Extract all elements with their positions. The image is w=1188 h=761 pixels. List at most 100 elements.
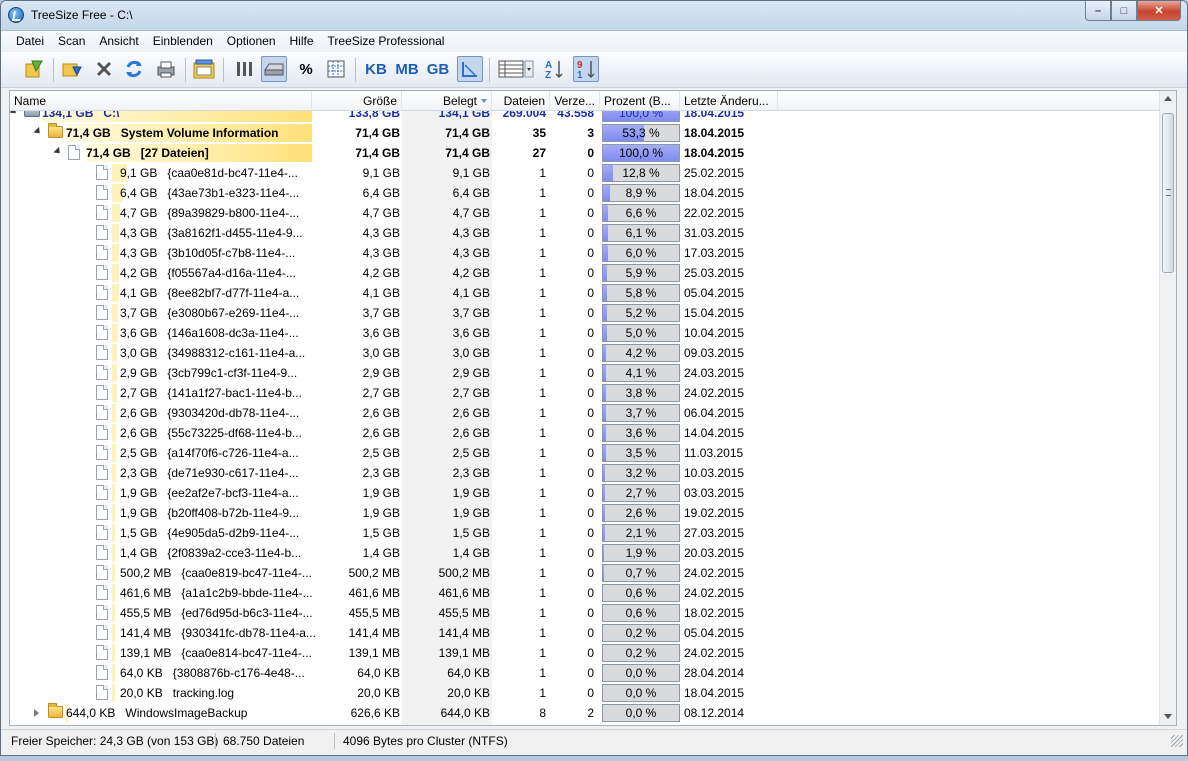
tree-row-folder[interactable]: 644,0 KB WindowsImageBackup 626,6 KB 644,0… xyxy=(10,703,1160,723)
tree-row-file[interactable]: 2,6 GB {55c73225-df68-11e4-b... 2,6 GB 2,6… xyxy=(10,423,1160,443)
row-allocated: 2,3 GB xyxy=(452,466,490,480)
tree-row-file[interactable]: 3,0 GB {34988312-c161-11e4-a... 3,0 GB 3,0… xyxy=(10,343,1160,363)
menu-einblenden[interactable]: Einblenden xyxy=(146,31,220,51)
vertical-scrollbar[interactable] xyxy=(1159,91,1176,725)
grid-icon[interactable] xyxy=(323,56,349,82)
row-dirs: 0 xyxy=(587,246,594,260)
row-size: 3,7 GB xyxy=(362,306,400,320)
minimize-button[interactable]: – xyxy=(1085,1,1111,21)
details-view-icon[interactable] xyxy=(495,56,537,82)
tree-row-file[interactable]: 2,9 GB {3cb799c1-cf3f-11e4-9... 2,9 GB 2,9… xyxy=(10,363,1160,383)
tree-row-file[interactable]: 141,4 MB {930341fc-db78-11e4-a... 141,4 M… xyxy=(10,623,1160,643)
row-percent: 3,8 % xyxy=(625,386,657,400)
tree-row-file[interactable]: 20,0 KB tracking.log 20,0 KB 20,0 KB 1 0 0,0 … xyxy=(10,683,1160,703)
menu-scan[interactable]: Scan xyxy=(51,31,92,51)
file-icon xyxy=(96,505,108,520)
row-allocated: 1,9 GB xyxy=(452,486,490,500)
scroll-up-icon[interactable] xyxy=(1164,96,1172,101)
scroll-down-icon[interactable] xyxy=(1164,714,1172,719)
row-percent: 5,2 % xyxy=(625,306,657,320)
directory-tree-list[interactable]: Name Größe Belegt Dateien Verze... Proze… xyxy=(9,90,1177,726)
tree-row-file[interactable]: 4,3 GB {3b10d05f-c7b8-11e4-... 4,3 GB 4,3 … xyxy=(10,243,1160,263)
collapse-arrow-icon[interactable] xyxy=(33,126,43,137)
maximize-button[interactable]: □ xyxy=(1111,1,1137,21)
tree-row-file[interactable]: 4,3 GB {3a8162f1-d455-11e4-9... 4,3 GB 4,3… xyxy=(10,223,1160,243)
tree-row-file[interactable]: 64,0 KB {3808876b-c176-4e48-... 64,0 KB 64… xyxy=(10,663,1160,683)
row-files: 1 xyxy=(539,246,546,260)
mb-unit-icon[interactable]: MB xyxy=(394,56,420,82)
export-icon[interactable] xyxy=(191,56,217,82)
row-name: 1,9 GB {ee2af2e7-bcf3-11e4-a... xyxy=(120,486,299,500)
size-bar xyxy=(112,604,115,622)
row-modified: 27.03.2015 xyxy=(684,526,745,540)
row-size: 2,6 GB xyxy=(362,406,400,420)
tree-row-file[interactable]: 3,7 GB {e3080b67-e269-11e4-... 3,7 GB 3,7 … xyxy=(10,303,1160,323)
column-header-dirs[interactable]: Verze... xyxy=(550,91,600,111)
stop-icon[interactable] xyxy=(91,56,117,82)
row-files: 1 xyxy=(539,386,546,400)
collapse-arrow-icon[interactable] xyxy=(53,146,63,157)
menu-datei[interactable]: Datei xyxy=(9,31,51,51)
column-header-size[interactable]: Größe xyxy=(312,91,402,111)
tree-row-file[interactable]: 4,7 GB {89a39829-b800-11e4-... 4,7 GB 4,7 … xyxy=(10,203,1160,223)
tree-row-file[interactable]: 1,5 GB {4e905da5-d2b9-11e4-... 1,5 GB 1,5 … xyxy=(10,523,1160,543)
sort-91-icon[interactable]: 91 xyxy=(573,56,599,82)
drive-view-icon[interactable] xyxy=(261,56,287,82)
tree-row-file[interactable]: 2,6 GB {9303420d-db78-11e4-... 2,6 GB 2,6 … xyxy=(10,403,1160,423)
row-files: 27 xyxy=(532,146,546,160)
resize-grip[interactable] xyxy=(1171,735,1183,747)
row-name: 1,4 GB {2f0839a2-cce3-11e4-b... xyxy=(120,546,302,560)
tree-row-file[interactable]: 4,1 GB {8ee82bf7-d77f-11e4-a... 4,1 GB 4,1… xyxy=(10,283,1160,303)
gb-unit-icon[interactable]: GB xyxy=(425,56,451,82)
title-bar[interactable]: TreeSize Free - C:\ – □ ✕ xyxy=(1,1,1187,31)
chart-icon[interactable] xyxy=(457,56,483,82)
row-files: 269.004 xyxy=(502,111,546,120)
print-icon[interactable] xyxy=(153,56,179,82)
refresh-icon[interactable] xyxy=(121,56,147,82)
percent-bar: 3,7 % xyxy=(602,404,680,422)
file-icon xyxy=(96,625,108,640)
tree-row-file[interactable]: 3,6 GB {146a1608-dc3a-11e4-... 3,6 GB 3,6 … xyxy=(10,323,1160,343)
column-header-modified[interactable]: Letzte Änderu... xyxy=(680,91,778,111)
menu-hilfe[interactable]: Hilfe xyxy=(283,31,321,51)
percent-icon[interactable]: % xyxy=(293,56,319,82)
close-button[interactable]: ✕ xyxy=(1137,1,1181,21)
columns-icon[interactable] xyxy=(231,56,257,82)
tree-row-file[interactable]: 2,5 GB {a14f70f6-c726-11e4-a... 2,5 GB 2,5… xyxy=(10,443,1160,463)
tree-row-file[interactable]: 6,4 GB {43ae73b1-e323-11e4-... 6,4 GB 6,4 … xyxy=(10,183,1160,203)
tree-row-file[interactable]: 71,4 GB [27 Dateien] 71,4 GB 71,4 GB 27 0 100… xyxy=(10,143,1160,163)
file-icon xyxy=(96,545,108,560)
tree-row-file[interactable]: 1,9 GB {b20ff408-b72b-11e4-9... 1,9 GB 1,9… xyxy=(10,503,1160,523)
sort-az-icon[interactable]: AZ xyxy=(541,56,567,82)
column-header-allocated[interactable]: Belegt xyxy=(402,91,492,111)
tree-row-file[interactable]: 455,5 MB {ed76d95d-b6c3-11e4-... 455,5 MB… xyxy=(10,603,1160,623)
row-name: 2,9 GB {3cb799c1-cf3f-11e4-9... xyxy=(120,366,298,380)
svg-text:1: 1 xyxy=(577,70,583,80)
menu-treesize-professional[interactable]: TreeSize Professional xyxy=(321,31,452,51)
file-icon xyxy=(96,685,108,700)
tree-row-folder[interactable]: 71,4 GB System Volume Information 71,4 GB… xyxy=(10,123,1160,143)
tree-row-file[interactable]: 2,7 GB {141a1f27-bac1-11e4-b... 2,7 GB 2,7… xyxy=(10,383,1160,403)
menu-ansicht[interactable]: Ansicht xyxy=(92,31,145,51)
column-header-files[interactable]: Dateien xyxy=(492,91,550,111)
tree-row-drive[interactable]: 134,1 GB C:\ 133,8 GB 134,1 GB 269.004 43.55… xyxy=(10,111,1160,123)
row-size: 4,3 GB xyxy=(362,226,400,240)
tree-row-file[interactable]: 4,2 GB {f05567a4-d16a-11e4-... 4,2 GB 4,2 … xyxy=(10,263,1160,283)
tree-row-file[interactable]: 1,9 GB {ee2af2e7-bcf3-11e4-a... 1,9 GB 1,9… xyxy=(10,483,1160,503)
tree-row-file[interactable]: 2,3 GB {de71e930-c617-11e4-... 2,3 GB 2,3 … xyxy=(10,463,1160,483)
scan-icon[interactable] xyxy=(59,56,85,82)
select-directory-icon[interactable] xyxy=(21,56,47,82)
tree-row-file[interactable]: 139,1 MB {caa0e814-bc47-11e4-... 139,1 MB… xyxy=(10,643,1160,663)
expand-arrow-icon[interactable] xyxy=(34,709,39,717)
tree-row-file[interactable]: 500,2 MB {caa0e819-bc47-11e4-... 500,2 MB… xyxy=(10,563,1160,583)
column-header-name[interactable]: Name xyxy=(10,91,312,111)
tree-row-file[interactable]: 461,6 MB {a1a1c2b9-bbde-11e4-... 461,6 MB… xyxy=(10,583,1160,603)
tree-row-file[interactable]: 9,1 GB {caa0e81d-bc47-11e4-... 9,1 GB 9,1 … xyxy=(10,163,1160,183)
kb-unit-icon[interactable]: KB xyxy=(363,56,389,82)
collapse-arrow-icon[interactable] xyxy=(10,111,19,117)
file-icon xyxy=(96,325,108,340)
column-header-percent[interactable]: Prozent (B... xyxy=(600,91,680,111)
scrollbar-thumb[interactable] xyxy=(1162,113,1174,273)
tree-row-file[interactable]: 1,4 GB {2f0839a2-cce3-11e4-b... 1,4 GB 1,4… xyxy=(10,543,1160,563)
menu-optionen[interactable]: Optionen xyxy=(220,31,283,51)
